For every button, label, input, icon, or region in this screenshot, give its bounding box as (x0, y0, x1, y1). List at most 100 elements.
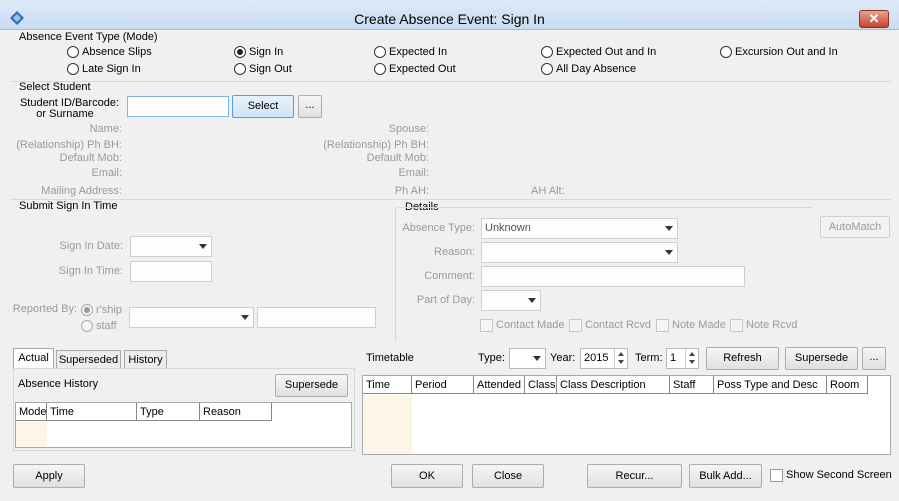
contact-rcvd-label[interactable]: Contact Rcvd (585, 319, 651, 331)
absence-history-table[interactable]: Mode Time Type Reason (15, 402, 352, 448)
timetable-col-period[interactable]: Period (412, 376, 474, 394)
ph-ah-label: Ph AH: (394, 185, 429, 197)
timetable-col-room[interactable]: Room (827, 376, 868, 394)
history-supersede-button[interactable]: Supersede (275, 374, 348, 397)
radio-sign-out[interactable] (234, 63, 246, 75)
radio-absence-slips[interactable] (67, 46, 79, 58)
history-col-type[interactable]: Type (137, 403, 200, 421)
note-made-label[interactable]: Note Made (672, 319, 726, 331)
student-section-title: Select Student (19, 81, 91, 93)
radio-reported-rship-label[interactable]: r'ship (96, 304, 122, 316)
submit-section-title: Submit Sign In Time (19, 200, 118, 212)
timetable-col-attended[interactable]: Attended (474, 376, 525, 394)
sign-in-time-input[interactable] (130, 261, 212, 282)
radio-sign-in-label[interactable]: Sign In (249, 46, 283, 58)
recur-button[interactable]: Recur... (587, 464, 682, 488)
timetable-row-stub (363, 395, 412, 454)
timetable-col-time[interactable]: Time (363, 376, 412, 394)
select-student-button[interactable]: Select (232, 95, 294, 118)
radio-expected-in[interactable] (374, 46, 386, 58)
radio-expected-in-label[interactable]: Expected In (389, 46, 447, 58)
spouse-email-label: Email: (398, 167, 429, 179)
radio-excursion-out-and-in[interactable] (720, 46, 732, 58)
refresh-button[interactable]: Refresh (706, 347, 779, 370)
radio-expected-out-and-in-label[interactable]: Expected Out and In (556, 46, 656, 58)
timetable-more-button[interactable]: ... (862, 347, 886, 370)
term-spin-buttons[interactable] (685, 349, 698, 368)
timetable-table[interactable]: Time Period Attended Class Class Descrip… (362, 375, 891, 455)
reported-by-label: Reported By: (12, 303, 77, 315)
bulk-add-button[interactable]: Bulk Add... (689, 464, 762, 488)
contact-rcvd-checkbox[interactable] (569, 319, 582, 332)
timetable-type-label: Type: (478, 352, 505, 364)
absence-type-label: Absence Type: (402, 222, 475, 234)
sign-in-date-label: Sign In Date: (59, 240, 123, 252)
timetable-col-class[interactable]: Class (525, 376, 557, 394)
automatch-button[interactable]: AutoMatch (820, 216, 890, 238)
reason-select[interactable] (481, 242, 678, 263)
note-rcvd-label[interactable]: Note Rcvd (746, 319, 797, 331)
close-button[interactable]: Close (472, 464, 544, 488)
history-col-mode[interactable]: Mode (16, 403, 47, 421)
note-rcvd-checkbox[interactable] (730, 319, 743, 332)
ok-button[interactable]: OK (391, 464, 463, 488)
tab-history[interactable]: History (124, 350, 167, 369)
timetable-col-class-description[interactable]: Class Description (557, 376, 670, 394)
student-id-input[interactable] (127, 96, 229, 117)
radio-late-sign-in-label[interactable]: Late Sign In (82, 63, 141, 75)
radio-sign-in[interactable] (234, 46, 246, 58)
history-col-reason[interactable]: Reason (200, 403, 272, 421)
reason-label: Reason: (434, 246, 475, 258)
reported-by-text[interactable] (257, 307, 376, 328)
radio-expected-out-and-in[interactable] (541, 46, 553, 58)
radio-expected-out[interactable] (374, 63, 386, 75)
radio-reported-staff[interactable] (81, 320, 93, 332)
radio-reported-staff-label[interactable]: staff (96, 320, 117, 332)
note-made-checkbox[interactable] (656, 319, 669, 332)
radio-late-sign-in[interactable] (67, 63, 79, 75)
part-of-day-select[interactable] (481, 290, 541, 311)
ah-alt-label: AH Alt: (531, 185, 565, 197)
radio-all-day-absence-label[interactable]: All Day Absence (556, 63, 636, 75)
history-col-time[interactable]: Time (47, 403, 137, 421)
radio-expected-out-label[interactable]: Expected Out (389, 63, 456, 75)
tab-actual[interactable]: Actual (13, 348, 54, 369)
radio-excursion-out-and-in-label[interactable]: Excursion Out and In (735, 46, 838, 58)
student-more-button[interactable]: ... (298, 95, 322, 118)
show-second-screen-checkbox[interactable] (770, 469, 783, 482)
timetable-col-poss-type[interactable]: Poss Type and Desc (714, 376, 827, 394)
radio-absence-slips-label[interactable]: Absence Slips (82, 46, 152, 58)
term-value: 1 (670, 352, 677, 364)
email-label: Email: (91, 167, 122, 179)
timetable-title: Timetable (366, 352, 414, 364)
contact-made-label[interactable]: Contact Made (496, 319, 564, 331)
student-id-label-line2: or Surname (36, 108, 94, 120)
contact-made-checkbox[interactable] (480, 319, 493, 332)
year-stepper[interactable]: 2015 (580, 348, 628, 369)
submit-details-separator (395, 206, 396, 342)
reported-by-select[interactable] (129, 307, 254, 328)
chevron-down-icon (241, 315, 249, 320)
part-of-day-label: Part of Day: (416, 294, 475, 306)
radio-sign-out-label[interactable]: Sign Out (249, 63, 292, 75)
apply-button[interactable]: Apply (13, 464, 85, 488)
chevron-down-icon (528, 298, 536, 303)
comment-input[interactable] (481, 266, 745, 287)
absence-type-select[interactable]: Unknown (481, 218, 678, 239)
term-stepper[interactable]: 1 (666, 348, 699, 369)
tab-superseded[interactable]: Superseded (56, 350, 121, 369)
timetable-col-staff[interactable]: Staff (670, 376, 714, 394)
timetable-supersede-button[interactable]: Supersede (785, 347, 858, 370)
show-second-screen-label[interactable]: Show Second Screen (786, 469, 892, 481)
radio-reported-rship[interactable] (81, 304, 93, 316)
absence-history-title: Absence History (18, 378, 99, 390)
absence-type-value: Unknown (485, 222, 531, 234)
radio-all-day-absence[interactable] (541, 63, 553, 75)
student-divider (10, 199, 891, 200)
chevron-down-icon (665, 250, 673, 255)
close-window-button[interactable]: ✕ (859, 10, 889, 28)
spouse-label: Spouse: (388, 123, 429, 135)
timetable-type-select[interactable] (509, 348, 546, 369)
year-spin-buttons[interactable] (614, 349, 627, 368)
sign-in-date-select[interactable] (130, 236, 212, 257)
